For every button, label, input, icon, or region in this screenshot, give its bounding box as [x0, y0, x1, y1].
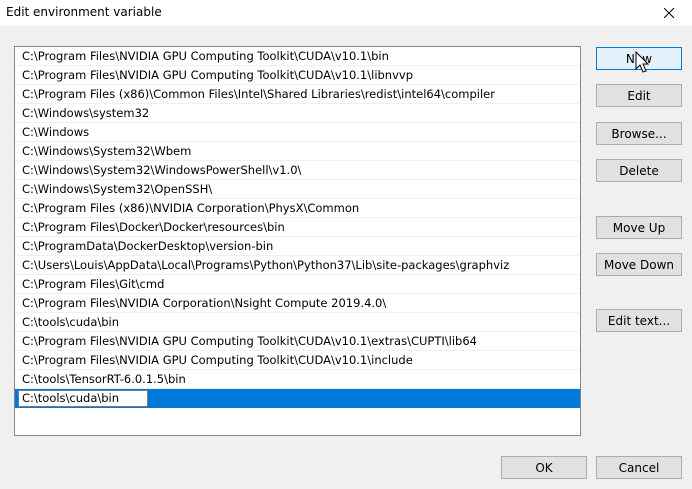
list-item[interactable]: C:\Program Files\NVIDIA GPU Computing To…: [15, 47, 580, 66]
list-item[interactable]: C:\Program Files (x86)\Common Files\Inte…: [15, 85, 580, 104]
cancel-button[interactable]: Cancel: [596, 456, 682, 479]
title-bar: Edit environment variable: [0, 0, 692, 26]
delete-button[interactable]: Delete: [596, 159, 682, 182]
list-item[interactable]: C:\tools\TensorRT-6.0.1.5\bin: [15, 370, 580, 389]
list-item[interactable]: C:\Windows\System32\Wbem: [15, 142, 580, 161]
close-icon: [664, 8, 674, 18]
entry-edit-input[interactable]: C:\tools\cuda\bin: [18, 390, 148, 407]
list-item[interactable]: C:\Program Files\NVIDIA GPU Computing To…: [15, 351, 580, 370]
list-item[interactable]: C:\Program Files (x86)\NVIDIA Corporatio…: [15, 199, 580, 218]
list-item[interactable]: C:\Program Files\NVIDIA GPU Computing To…: [15, 332, 580, 351]
list-item[interactable]: C:\Program Files\NVIDIA GPU Computing To…: [15, 66, 580, 85]
list-item[interactable]: C:\Windows\System32\WindowsPowerShell\v1…: [15, 161, 580, 180]
close-button[interactable]: [646, 0, 692, 26]
move-up-button[interactable]: Move Up: [596, 216, 682, 239]
list-item-selected[interactable]: C:\tools\cuda\bin: [15, 389, 580, 408]
list-item[interactable]: C:\tools\cuda\bin: [15, 313, 580, 332]
list-item[interactable]: C:\Program Files\Git\cmd: [15, 275, 580, 294]
new-button[interactable]: New: [596, 47, 682, 70]
edit-button[interactable]: Edit: [596, 84, 682, 107]
window-title: Edit environment variable: [6, 5, 162, 19]
list-item[interactable]: C:\ProgramData\DockerDesktop\version-bin: [15, 237, 580, 256]
list-item[interactable]: C:\Windows: [15, 123, 580, 142]
edit-env-var-dialog: Edit environment variable C:\Program Fil…: [0, 0, 692, 489]
list-item[interactable]: C:\Program Files\Docker\Docker\resources…: [15, 218, 580, 237]
path-entries-list[interactable]: C:\Program Files\NVIDIA GPU Computing To…: [14, 46, 581, 436]
list-item[interactable]: C:\Users\Louis\AppData\Local\Programs\Py…: [15, 256, 580, 275]
list-item[interactable]: C:\Windows\System32\OpenSSH\: [15, 180, 580, 199]
browse-button[interactable]: Browse...: [596, 122, 682, 145]
edit-text-button[interactable]: Edit text...: [596, 309, 682, 332]
list-item[interactable]: C:\Program Files\NVIDIA Corporation\Nsig…: [15, 294, 580, 313]
move-down-button[interactable]: Move Down: [596, 253, 682, 276]
ok-button[interactable]: OK: [501, 456, 587, 479]
list-item[interactable]: C:\Windows\system32: [15, 104, 580, 123]
